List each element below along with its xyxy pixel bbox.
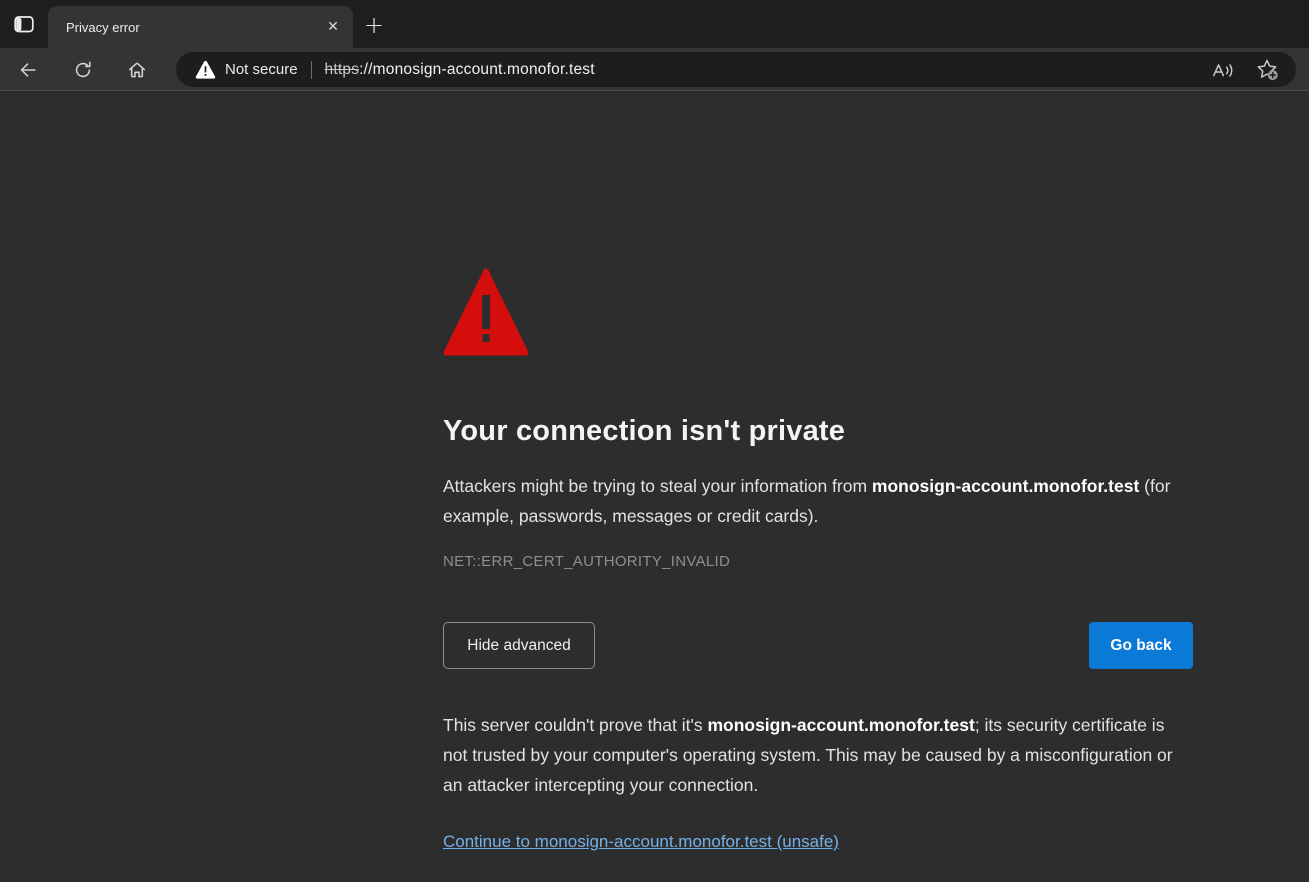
omnibox-divider: [311, 61, 312, 79]
refresh-button[interactable]: [65, 52, 101, 88]
favorites-star-plus-icon: [1255, 58, 1279, 81]
read-aloud-button[interactable]: [1208, 55, 1238, 85]
continue-unsafe-link[interactable]: Continue to monosign-account.monofor.tes…: [443, 832, 839, 852]
url-text: https://monosign-account.monofor.test: [325, 61, 595, 79]
error-warning-triangle-icon: [443, 267, 529, 357]
affected-domain: monosign-account.monofor.test: [872, 476, 1139, 496]
error-description: Attackers might be trying to steal your …: [443, 471, 1193, 531]
tab-strip: Privacy error ✕ +: [0, 0, 1309, 48]
refresh-icon: [72, 59, 94, 81]
plus-icon: +: [364, 13, 384, 37]
tab-close-icon[interactable]: ✕: [321, 15, 345, 39]
url-host: ://monosign-account.monofor.test: [359, 61, 595, 78]
affected-domain-advanced: monosign-account.monofor.test: [707, 715, 974, 735]
home-icon: [126, 59, 148, 81]
back-arrow-icon: [17, 59, 39, 81]
omnibox-actions: [1208, 55, 1282, 85]
go-back-button[interactable]: Go back: [1089, 622, 1193, 669]
browser-tab[interactable]: Privacy error ✕: [48, 6, 353, 48]
add-to-favorites-button[interactable]: [1252, 55, 1282, 85]
new-tab-button[interactable]: +: [360, 11, 388, 39]
url-scheme-strikethrough: https: [325, 61, 360, 78]
site-security-chip[interactable]: Not secure: [195, 60, 298, 79]
advanced-details-text: This server couldn't prove that it's mon…: [443, 710, 1193, 800]
back-button[interactable]: [10, 52, 46, 88]
security-status-label: Not secure: [225, 61, 298, 78]
hide-advanced-button[interactable]: Hide advanced: [443, 622, 595, 669]
privacy-error-page: Your connection isn't private Attackers …: [443, 267, 1193, 852]
tab-title: Privacy error: [66, 20, 321, 35]
page-title: Your connection isn't private: [443, 414, 1193, 448]
read-aloud-icon: [1211, 59, 1235, 81]
action-buttons: Hide advanced Go back: [443, 622, 1193, 669]
address-bar[interactable]: Not secure https://monosign-account.mono…: [176, 52, 1296, 87]
home-button[interactable]: [119, 52, 155, 88]
toolbar: Not secure https://monosign-account.mono…: [0, 48, 1309, 91]
warning-triangle-icon: [195, 60, 216, 79]
tab-actions-menu-button[interactable]: [9, 9, 39, 39]
error-code: NET::ERR_CERT_AUTHORITY_INVALID: [443, 553, 1193, 570]
vertical-tabs-icon: [12, 12, 36, 36]
